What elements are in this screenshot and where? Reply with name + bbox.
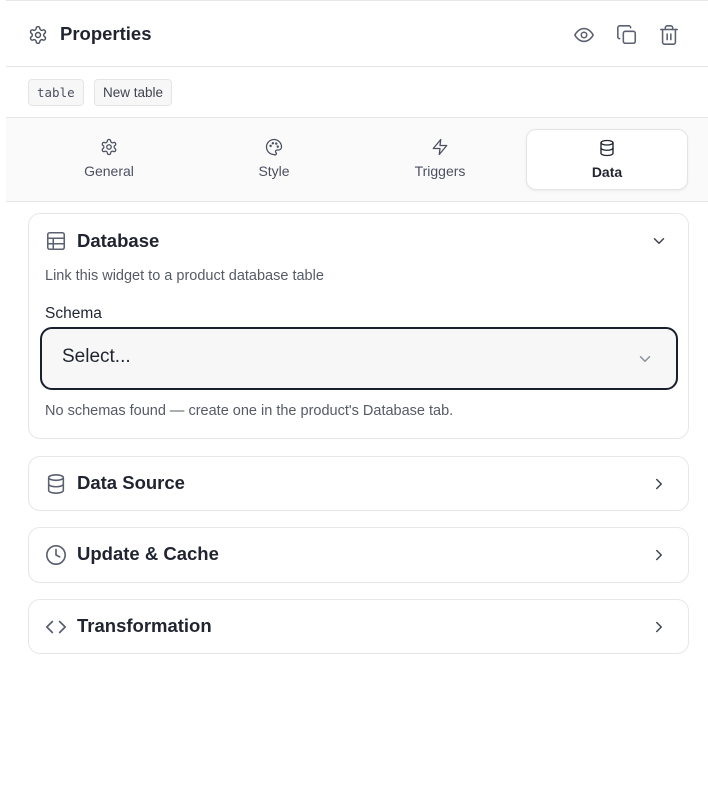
delete-button[interactable] <box>656 22 682 48</box>
transformation-section[interactable]: Transformation <box>28 599 689 654</box>
widget-type-tag: table <box>28 79 84 106</box>
lightning-icon <box>431 138 449 156</box>
chevron-right-icon <box>650 546 668 564</box>
transformation-title: Transformation <box>77 615 212 636</box>
property-tabs: General Style Triggers Data <box>6 118 708 202</box>
code-icon <box>45 616 67 638</box>
schema-hint: No schemas found — create one in the pro… <box>45 403 454 419</box>
properties-panel: Properties table New table General Style… <box>6 0 708 794</box>
update-cache-title: Update & Cache <box>77 543 219 564</box>
palette-icon <box>265 138 283 156</box>
tab-triggers-label: Triggers <box>414 163 466 179</box>
database-description: Link this widget to a product database t… <box>45 268 324 284</box>
chevron-right-icon <box>650 618 668 636</box>
schema-select-value: Select... <box>62 346 131 367</box>
tab-general[interactable]: General <box>28 129 190 190</box>
trash-icon <box>658 24 680 46</box>
database-section-title[interactable]: Database <box>77 230 159 252</box>
schema-label: Schema <box>45 305 102 322</box>
schema-select[interactable]: Select... <box>40 327 678 390</box>
gear-icon <box>100 138 118 156</box>
panel-header: Properties <box>6 1 708 67</box>
database-icon <box>598 139 616 157</box>
chevron-right-icon <box>650 475 668 493</box>
panel-title: Properties <box>60 23 152 44</box>
tab-general-label: General <box>84 163 134 179</box>
copy-icon <box>616 24 638 46</box>
tab-style-label: Style <box>258 163 290 179</box>
widget-name-tag: New table <box>94 79 173 106</box>
eye-icon <box>573 24 595 46</box>
clock-icon <box>45 544 67 566</box>
table-icon <box>45 230 67 252</box>
preview-button[interactable] <box>571 22 597 48</box>
data-source-section[interactable]: Data Source <box>28 456 689 511</box>
tab-style[interactable]: Style <box>193 129 355 190</box>
gear-icon <box>28 25 48 45</box>
update-cache-section[interactable]: Update & Cache <box>28 527 689 583</box>
tab-data-label: Data <box>591 164 623 180</box>
duplicate-button[interactable] <box>614 22 640 48</box>
database-icon <box>45 473 67 495</box>
tab-triggers[interactable]: Triggers <box>359 129 521 190</box>
data-source-title: Data Source <box>77 472 185 493</box>
chevron-down-icon[interactable] <box>650 232 668 250</box>
tab-data[interactable]: Data <box>526 129 688 190</box>
database-section: Database Link this widget to a product d… <box>28 213 689 439</box>
chevron-down-icon <box>636 350 654 368</box>
widget-tags: table New table <box>6 67 708 118</box>
